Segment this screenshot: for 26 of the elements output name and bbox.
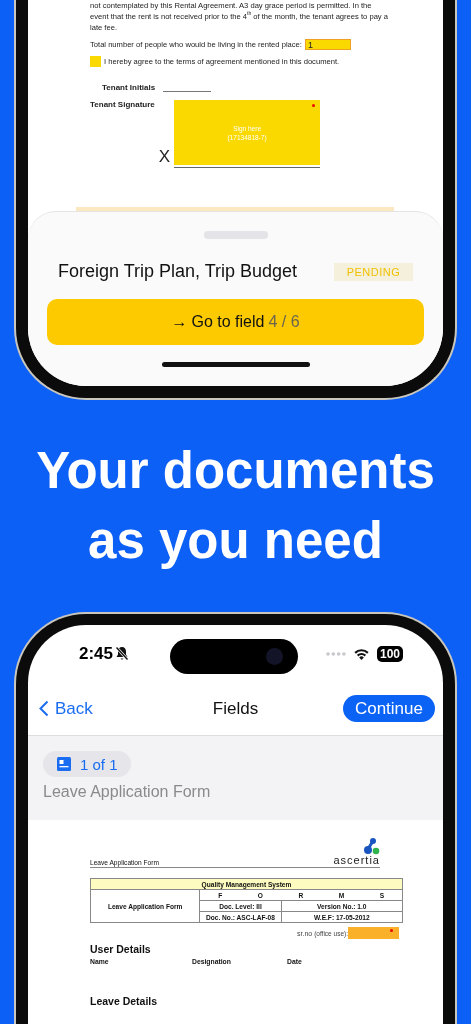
sheet-title: Foreign Trip Plan, Trip Budget (58, 261, 298, 282)
signal-icon (325, 651, 346, 656)
back-button[interactable]: Back (39, 698, 93, 719)
logo-icon (362, 838, 380, 855)
battery-level: 100 (376, 645, 403, 662)
logo-text: ascertia (333, 855, 380, 866)
chevron-left-icon[interactable] (39, 700, 49, 717)
occupants-field[interactable]: 1 (304, 39, 351, 50)
signature-label: Tenant Signature (90, 100, 155, 111)
wifi-icon (352, 647, 370, 660)
headline: Your documents (36, 441, 435, 501)
clock: 2:45 (79, 643, 114, 664)
document-icon[interactable] (57, 757, 71, 771)
section-heading: Leave Details (90, 995, 159, 1007)
headline: as you need (88, 511, 383, 571)
nav-title: Fields (212, 698, 259, 719)
signature-mark: X (158, 148, 171, 165)
section-heading: User Details (90, 943, 152, 955)
status-badge: PENDING (334, 262, 413, 281)
continue-button[interactable]: Continue (342, 695, 435, 722)
serial-field[interactable] (348, 927, 399, 939)
page-chip[interactable]: 1 of 1 (43, 751, 131, 777)
go-to-field-button[interactable]: → Go to field 4 / 6 (47, 299, 424, 345)
document-name: Leave Application Form (43, 783, 212, 801)
agreement-checkbox[interactable] (90, 56, 101, 67)
initials-label: Tenant Initials (102, 83, 156, 92)
